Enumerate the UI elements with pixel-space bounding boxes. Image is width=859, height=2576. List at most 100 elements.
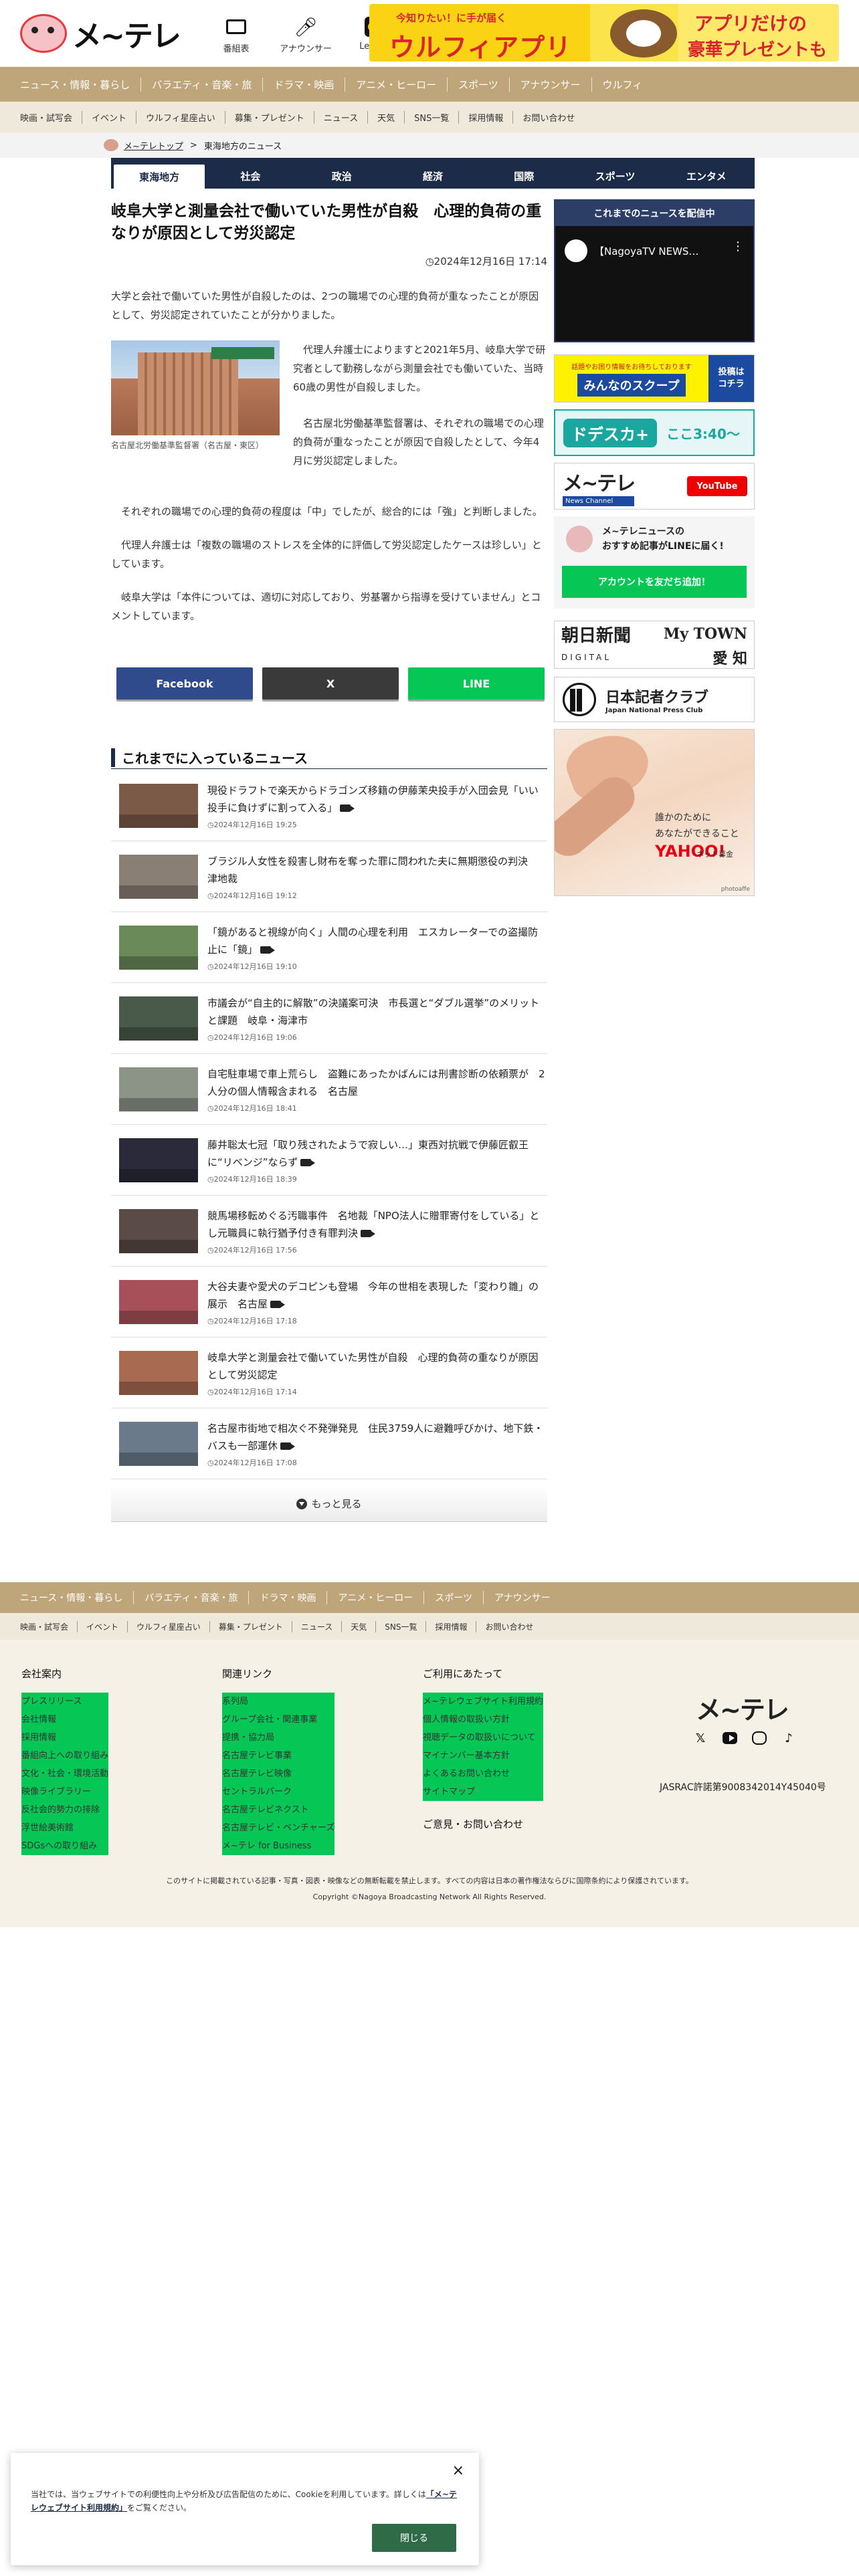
nav-item[interactable]: ドラマ・映画 <box>248 1591 326 1604</box>
nav-item[interactable]: ニュース <box>313 110 367 124</box>
asahi-banner[interactable]: 朝日新聞 My TOWN DIGITAL 愛 知 <box>554 621 755 669</box>
tv-guide-link[interactable]: 番組表 <box>213 16 260 54</box>
scoop-banner[interactable]: 話題やお困り情報をお待ちしております みんなのスクープ 投稿は コチラ <box>554 354 755 403</box>
tab-国際[interactable]: 国際 <box>478 163 569 189</box>
news-list-item[interactable]: 現役ドラフトで楽天からドラゴンズ移籍の伊藤茉央投手が入団会見「いい投手に負けずに… <box>111 770 547 841</box>
news-list-item[interactable]: 市議会が“自主的に解散”の決議案可決 市長選と“ダブル選挙”のメリットと課題 岐… <box>111 983 547 1054</box>
nav-item[interactable]: 天気 <box>367 110 404 124</box>
breadcrumb-home[interactable]: メ~テレトップ <box>104 139 183 152</box>
nav-item[interactable]: ニュース <box>291 1620 341 1632</box>
dodeska-banner[interactable]: ドデスカ+ ここ3:40～ <box>554 409 755 456</box>
footer-link[interactable]: プレスリリース <box>21 1693 109 1711</box>
tab-東海地方[interactable]: 東海地方 <box>114 165 205 189</box>
nav-item[interactable]: ウルフィ <box>591 77 654 92</box>
nav-item[interactable]: アナウンサー <box>508 77 591 92</box>
footer-link[interactable]: 名古屋テレビ映像 <box>222 1765 335 1783</box>
footer-link[interactable]: サイトマップ <box>423 1783 543 1801</box>
line-add-friend-button[interactable]: アカウントを友だち追加！ <box>562 566 747 598</box>
more-options-icon[interactable]: ⋮ <box>732 239 744 253</box>
nav-item[interactable]: お問い合わせ <box>476 1620 542 1632</box>
nav-item[interactable]: アニメ・ヒーロー <box>326 1591 423 1604</box>
footer-link[interactable]: マイナンバー基本方針 <box>423 1747 543 1765</box>
nav-item[interactable]: バラエティ・音楽・旅 <box>140 77 262 92</box>
nav-item[interactable]: SNS一覧 <box>404 110 458 124</box>
tiktok-icon[interactable]: ♪ <box>781 1731 796 1745</box>
news-list-item[interactable]: ブラジル人女性を殺害し財布を奪った罪に問われた夫に無期懲役の判決 津地裁 ◷202… <box>111 841 547 912</box>
footer-link[interactable]: 映像ライブラリー <box>21 1783 109 1801</box>
close-icon[interactable]: × <box>452 2462 464 2479</box>
news-list-item[interactable]: 岐阜大学と測量会社で働いていた男性が自殺 心理的負荷の重なりが原因として労災認定… <box>111 1337 547 1408</box>
news-list-item[interactable]: 競馬場移転めぐる汚職事件 名地裁「NPO法人に贈罪寄付をしている」とし元職員に執… <box>111 1196 547 1267</box>
footer-link[interactable]: 反社会的勢力の排除 <box>21 1801 109 1819</box>
news-list-item[interactable]: 「鏡があると視線が向く」人間の心理を利用 エスカレーターでの盗撮防止に「鏡」 ◷2… <box>111 912 547 983</box>
nav-item[interactable]: 採用情報 <box>425 1620 476 1632</box>
news-list-item[interactable]: 藤井聡太七冠「取り残されたようで寂しい…」東西対抗戦で伊藤匠叡王に“リベンジ”な… <box>111 1125 547 1196</box>
line-icon[interactable] <box>752 1731 767 1745</box>
footer-link[interactable]: 名古屋テレビ・ベンチャーズ <box>222 1819 335 1837</box>
news-channel-banner[interactable]: メ~テレ News Channel YouTube <box>554 463 755 510</box>
footer-link[interactable]: メ~テレウェブサイト利用規約 <box>423 1693 543 1711</box>
tab-政治[interactable]: 政治 <box>296 163 387 189</box>
nav-item[interactable]: ドラマ・映画 <box>262 77 345 92</box>
tab-経済[interactable]: 経済 <box>387 163 478 189</box>
footer-link[interactable]: SDGsへの取り組み <box>21 1837 109 1855</box>
footer-link[interactable]: 会社情報 <box>21 1711 109 1729</box>
press-club-banner[interactable]: 日本記者クラブ Japan National Press Club <box>554 677 755 722</box>
nav-item[interactable]: 天気 <box>341 1620 375 1632</box>
footer-link[interactable]: 視聴データの取扱いについて <box>423 1729 543 1747</box>
footer-link[interactable]: メ~テレ for Business <box>222 1837 335 1855</box>
more-button[interactable]: もっと見る <box>111 1486 547 1522</box>
share-line-button[interactable]: LINE <box>408 667 545 700</box>
announcer-link[interactable]: 🎤︎ アナウンサー <box>280 16 332 55</box>
site-logo[interactable]: メ~テレ <box>20 12 181 55</box>
nav-item[interactable]: 募集・プレゼント <box>224 110 314 124</box>
nav-item[interactable]: ニュース・情報・暮らし <box>20 1591 133 1604</box>
nav-item[interactable]: 採用情報 <box>458 110 512 124</box>
nav-item[interactable]: スポーツ <box>423 1591 483 1604</box>
nav-item[interactable]: お問い合わせ <box>512 110 584 124</box>
nav-item[interactable]: アナウンサー <box>482 1591 561 1604</box>
tab-社会[interactable]: 社会 <box>205 163 296 189</box>
nav-item[interactable]: イベント <box>77 1620 127 1632</box>
nav-item[interactable]: アニメ・ヒーロー <box>345 77 447 92</box>
footer-link[interactable]: 採用情報 <box>21 1729 109 1747</box>
cookie-close-button[interactable]: 閉じる <box>372 2524 456 2552</box>
photo-caption: 名古屋北労働基準監督署（名古屋・東区） <box>111 441 264 450</box>
news-list-item[interactable]: 大谷夫妻や愛犬のデコピンも登場 今年の世相を表現した「変わり雛」の展示 名古屋 ◷… <box>111 1267 547 1337</box>
footer-link[interactable]: 提携・協力局 <box>222 1729 335 1747</box>
x-icon[interactable]: 𝕏 <box>693 1731 708 1745</box>
footer-link[interactable]: 名古屋テレビ事業 <box>222 1747 335 1765</box>
footer-link[interactable]: 系列局 <box>222 1693 335 1711</box>
cookie-terms-link[interactable]: 「メ~テレウェブサイト利用規約」 <box>31 2490 457 2512</box>
nav-item[interactable]: ニュース・情報・暮らし <box>20 78 140 92</box>
footer-link[interactable]: 名古屋テレビネクスト <box>222 1801 335 1819</box>
share-facebook-button[interactable]: Facebook <box>116 667 253 700</box>
news-video-widget[interactable]: これまでのニュースを配信中 【NagoyaTV NEWS… ⋮ <box>554 199 755 342</box>
footer-link[interactable]: 文化・社会・環境活動 <box>21 1765 109 1783</box>
nav-item[interactable]: バラエティ・音楽・旅 <box>133 1591 248 1604</box>
news-list-item[interactable]: 自宅駐車場で車上荒らし 盗難にあったかばんには刑書診断の依頼票が 2人分の個人情… <box>111 1054 547 1125</box>
news-list-item[interactable]: 名古屋市街地で相次ぐ不発弾発見 住民3759人に避難呼びかけ、地下鉄・バスも一部… <box>111 1408 547 1479</box>
footer-contact-link[interactable]: ご意見・お問い合わせ <box>423 1817 543 1831</box>
tab-エンタメ[interactable]: エンタメ <box>661 163 752 189</box>
nav-item[interactable]: 募集・プレゼント <box>209 1620 292 1632</box>
nav-item[interactable]: 映画・試写会 <box>20 111 82 124</box>
footer-link[interactable]: グループ会社・関連事業 <box>222 1711 335 1729</box>
nav-item[interactable]: ウルフィ星座占い <box>127 1620 209 1632</box>
nav-item[interactable]: 映画・試写会 <box>20 1621 77 1632</box>
yahoo-donation-banner[interactable]: 誰かのために あなたができること YAHOO! ネット募金 photoaffe <box>554 729 755 896</box>
footer-link[interactable]: 浮世絵美術館 <box>21 1819 109 1837</box>
footer-link[interactable]: 個人情報の取扱い方針 <box>423 1711 543 1729</box>
nav-item[interactable]: ウルフィ星座占い <box>136 110 225 124</box>
footer-link[interactable]: 番組向上への取り組み <box>21 1747 109 1765</box>
youtube-icon[interactable] <box>723 1731 737 1745</box>
share-x-button[interactable]: X <box>262 667 399 700</box>
nav-item[interactable]: SNS一覧 <box>375 1620 425 1632</box>
nav-item[interactable]: イベント <box>82 110 136 124</box>
tab-スポーツ[interactable]: スポーツ <box>569 163 660 189</box>
footer-logo[interactable]: メ~テレ <box>696 1689 789 1726</box>
footer-link[interactable]: よくあるお問い合わせ <box>423 1765 543 1783</box>
nav-item[interactable]: スポーツ <box>447 77 509 92</box>
footer-link[interactable]: セントラルパーク <box>222 1783 335 1801</box>
app-banner[interactable]: 今知りたい！に手が届く ウルフィアプリ アプリだけの 豪華プレゼントも <box>369 4 839 62</box>
